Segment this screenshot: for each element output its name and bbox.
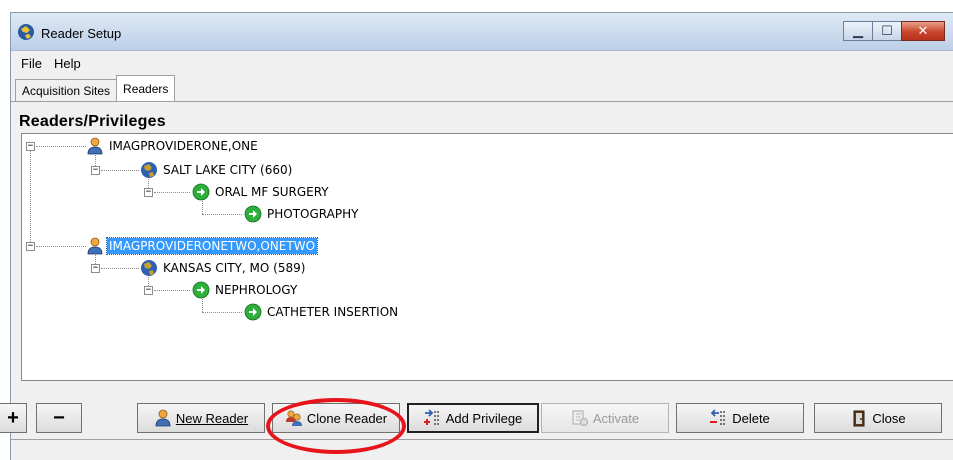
menu-bar: File Help — [11, 52, 953, 74]
reader-setup-window: Reader Setup ▁ ☐ ✕ File Help Acquisition… — [10, 12, 953, 460]
tab-readers[interactable]: Readers — [116, 75, 176, 101]
menu-file[interactable]: File — [15, 56, 48, 71]
minimize-icon: ▁ — [853, 23, 863, 38]
plus-icon: + — [7, 406, 19, 429]
delete-button[interactable]: Delete — [676, 403, 804, 433]
person-icon — [87, 137, 103, 155]
tree-connector — [101, 268, 139, 269]
collapse-all-button[interactable]: − — [36, 403, 82, 433]
tree-node-label: PHOTOGRAPHY — [267, 207, 359, 221]
close-window-button[interactable]: ✕ — [901, 21, 945, 41]
activate-button[interactable]: Activate — [541, 403, 669, 433]
collapse-toggle[interactable]: − — [91, 264, 100, 273]
minimize-button[interactable]: ▁ — [843, 21, 873, 41]
tree-node-site[interactable]: SALT LAKE CITY (660) — [140, 160, 294, 180]
clone-reader-label: Clone Reader — [306, 410, 388, 426]
collapse-toggle[interactable]: − — [26, 242, 35, 251]
green-arrow-icon — [244, 205, 262, 223]
add-privilege-label: Add Privilege — [445, 410, 523, 426]
menu-help[interactable]: Help — [48, 56, 87, 71]
collapse-toggle[interactable]: − — [91, 166, 100, 175]
tree-node-reader[interactable]: IMAGPROVIDERONE,ONE — [86, 136, 260, 156]
collapse-toggle[interactable]: − — [26, 142, 35, 151]
maximize-icon: ☐ — [881, 23, 893, 38]
door-icon — [853, 410, 865, 427]
close-button[interactable]: Close — [814, 403, 942, 433]
tree-connector — [202, 214, 242, 215]
green-arrow-icon — [192, 281, 210, 299]
add-privilege-icon — [423, 409, 439, 425]
tab-divider — [11, 101, 953, 102]
tree-connector — [154, 192, 190, 193]
tree-node-site[interactable]: KANSAS CITY, MO (589) — [140, 258, 307, 278]
activate-label: Activate — [592, 410, 640, 426]
person-icon — [155, 409, 171, 427]
green-arrow-icon — [244, 303, 262, 321]
clone-reader-icon — [285, 410, 302, 426]
person-icon — [87, 237, 103, 255]
activate-icon — [572, 410, 588, 426]
tree-connector — [36, 146, 86, 147]
tree-node-label: NEPHROLOGY — [215, 283, 298, 297]
tree-node-label: IMAGPROVIDERONETWO,ONETWO — [105, 237, 319, 255]
tree-node-label: SALT LAKE CITY (660) — [163, 163, 293, 177]
tree-connector — [36, 246, 86, 247]
collapse-toggle[interactable]: − — [144, 286, 153, 295]
maximize-button[interactable]: ☐ — [872, 21, 902, 41]
app-icon — [18, 24, 34, 40]
green-arrow-icon — [192, 183, 210, 201]
tree-node-label: CATHETER INSERTION — [267, 305, 399, 319]
tree-connector — [101, 170, 139, 171]
section-title: Readers/Privileges — [19, 113, 166, 130]
tree-node-specialty[interactable]: NEPHROLOGY — [192, 280, 299, 300]
close-icon: ✕ — [917, 23, 929, 38]
new-reader-label: New Reader — [175, 410, 249, 426]
tab-acquisition-sites[interactable]: Acquisition Sites — [15, 79, 118, 101]
tree-node-procedure[interactable]: PHOTOGRAPHY — [244, 204, 360, 224]
tree-node-label: IMAGPROVIDERONE,ONE — [109, 139, 258, 153]
clone-reader-button[interactable]: Clone Reader — [272, 403, 400, 433]
tree-node-procedure[interactable]: CATHETER INSERTION — [244, 302, 400, 322]
panel-separator — [11, 439, 953, 440]
tree-connector — [202, 312, 242, 313]
tree-connector — [30, 146, 31, 246]
delete-icon — [710, 409, 725, 425]
tab-strip: Acquisition Sites Readers — [15, 75, 176, 101]
window-title: Reader Setup — [41, 26, 122, 41]
new-reader-button[interactable]: New Reader — [137, 403, 265, 433]
title-bar[interactable]: Reader Setup ▁ ☐ ✕ — [11, 13, 953, 51]
minus-icon: − — [53, 406, 65, 429]
expand-all-button[interactable]: + — [0, 403, 27, 433]
collapse-toggle[interactable]: − — [144, 188, 153, 197]
tree-node-reader-selected[interactable]: IMAGPROVIDERONETWO,ONETWO — [86, 236, 319, 256]
tree-node-label: KANSAS CITY, MO (589) — [163, 261, 306, 275]
add-privilege-button[interactable]: Add Privilege — [407, 403, 539, 433]
tree-node-label: ORAL MF SURGERY — [215, 185, 329, 199]
readers-tree[interactable]: − − − − − − IMAGPROVIDERONE,ONE SALT LAK… — [21, 133, 953, 381]
delete-label: Delete — [732, 410, 770, 426]
globe-icon — [141, 260, 157, 276]
tree-connector — [154, 290, 190, 291]
tree-node-specialty[interactable]: ORAL MF SURGERY — [192, 182, 331, 202]
close-label: Close — [872, 410, 906, 426]
globe-icon — [141, 162, 157, 178]
